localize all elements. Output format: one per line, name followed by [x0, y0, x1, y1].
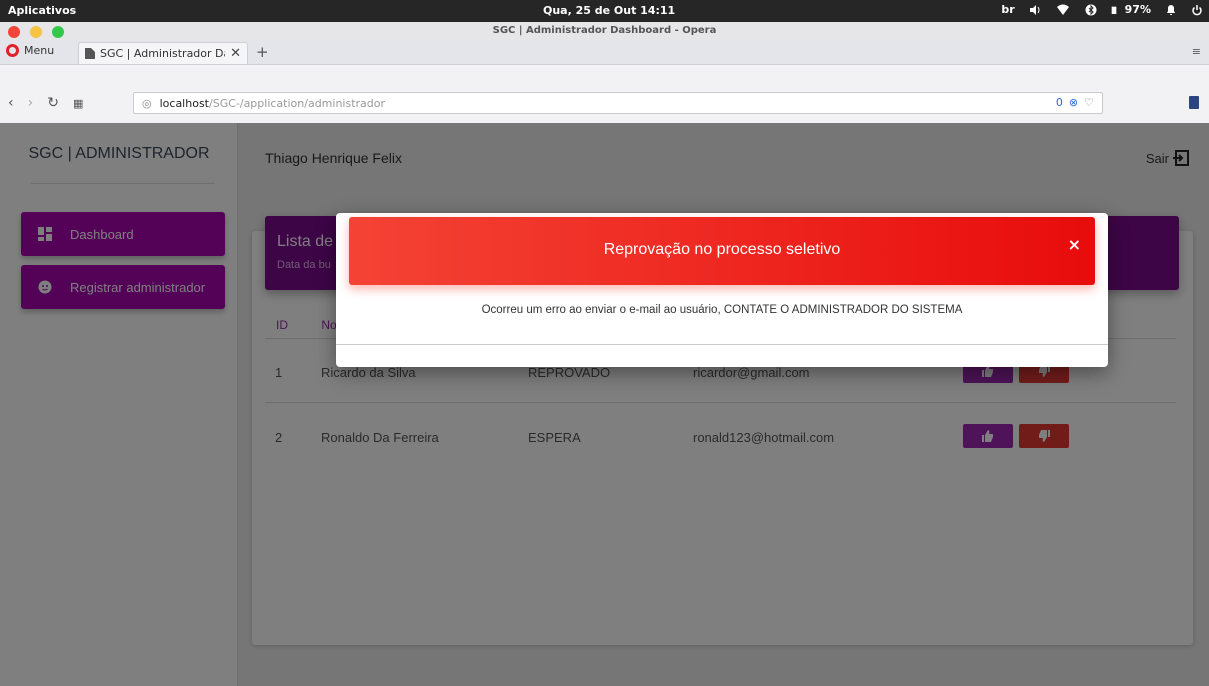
tab-title: SGC | Administrador Da: [100, 47, 226, 60]
wifi-icon[interactable]: [1055, 4, 1071, 16]
modal-title: Reprovação no processo seletivo: [603, 241, 841, 258]
battery-level: 97%: [1124, 3, 1151, 16]
modal-close-icon[interactable]: ×: [1068, 235, 1081, 254]
address-bar-input[interactable]: ◎ localhost/SGC-/application/administrad…: [133, 92, 1103, 114]
opera-logo-icon: [6, 44, 19, 57]
modal-message: Ocorreu um erro ao enviar o e-mail ao us…: [481, 304, 963, 316]
new-tab-button[interactable]: +: [256, 43, 269, 61]
opera-menu-button[interactable]: Menu: [6, 44, 54, 57]
tab-menu-icon[interactable]: ≡: [1192, 45, 1201, 58]
bookmark-heart-icon[interactable]: ♡: [1084, 96, 1094, 109]
bookmarks-icon[interactable]: [1189, 96, 1199, 109]
speed-dial-icon[interactable]: ▦: [73, 97, 83, 110]
applications-menu[interactable]: Aplicativos: [8, 4, 76, 17]
back-icon[interactable]: ‹: [8, 95, 14, 111]
reload-icon[interactable]: ↻: [47, 95, 59, 111]
document-icon: [85, 48, 95, 59]
bluetooth-icon[interactable]: [1085, 4, 1097, 16]
forward-icon[interactable]: ›: [28, 95, 34, 111]
clock[interactable]: Qua, 25 de Out 14:11: [543, 4, 675, 17]
ad-block-icon[interactable]: ⊗: [1069, 96, 1078, 109]
battery-icon: [1111, 6, 1116, 14]
keyboard-layout[interactable]: br: [1001, 3, 1014, 16]
url-host: localhost: [159, 96, 209, 110]
modal-header: Reprovação no processo seletivo ×: [349, 217, 1095, 285]
page-content: SGC | ADMINISTRADOR Dashboard Registrar …: [0, 123, 1209, 686]
modal-backdrop[interactable]: [0, 123, 1209, 686]
volume-icon[interactable]: [1029, 4, 1041, 16]
battery-indicator[interactable]: 97%: [1111, 3, 1151, 16]
window-title: SGC | Administrador Dashboard - Opera: [492, 25, 717, 36]
error-modal: Reprovação no processo seletivo × Ocorre…: [336, 213, 1108, 367]
navigation-buttons: ‹ › ↻ ▦: [8, 95, 83, 111]
address-bar-area: ‹ › ↻ ▦ ◎ localhost/SGC-/application/adm…: [0, 65, 1209, 123]
globe-icon: ◎: [142, 96, 152, 110]
url-path: /SGC-/application/administrador: [209, 96, 386, 110]
blocked-ads-count[interactable]: 0: [1056, 96, 1063, 109]
os-top-bar: Aplicativos Qua, 25 de Out 14:11 br 97%: [0, 0, 1209, 22]
window-title-bar: SGC | Administrador Dashboard - Opera: [0, 22, 1209, 40]
menu-label: Menu: [24, 44, 55, 57]
browser-tab[interactable]: SGC | Administrador Da ✕: [78, 42, 248, 64]
url-actions: 0 ⊗ ♡: [1056, 96, 1094, 109]
modal-footer-divider: [336, 344, 1108, 345]
tab-close-icon[interactable]: ✕: [230, 46, 241, 61]
system-tray: br 97%: [1001, 3, 1203, 16]
power-icon[interactable]: [1191, 4, 1203, 16]
tab-bar: Menu SGC | Administrador Da ✕ + ≡: [0, 40, 1209, 65]
notification-bell-icon[interactable]: [1165, 4, 1177, 16]
